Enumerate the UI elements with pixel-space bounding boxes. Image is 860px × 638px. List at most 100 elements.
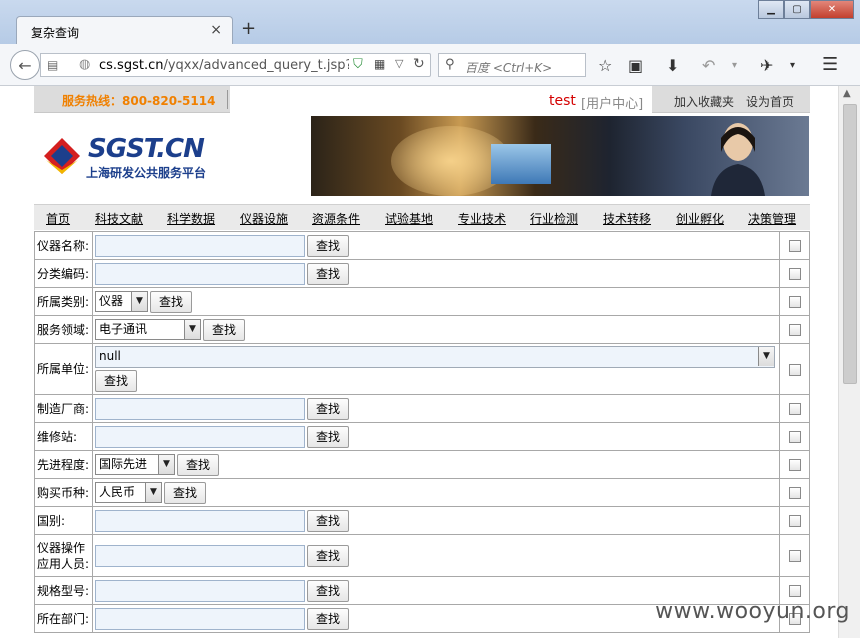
- search-bar[interactable]: ⚲ 百度 <Ctrl+K>: [438, 53, 586, 77]
- menu-icon[interactable]: ☰: [822, 54, 838, 75]
- row-checkbox[interactable]: [788, 324, 801, 336]
- nav-item-instruments[interactable]: 仪器设施: [240, 210, 288, 227]
- nav-item-tech-transfer[interactable]: 技术转移: [603, 210, 651, 227]
- search-button[interactable]: 查找: [307, 397, 350, 420]
- row-checkbox[interactable]: [788, 403, 801, 415]
- field-label: 维修站:: [34, 422, 93, 451]
- add-favorite-link[interactable]: 加入收藏夹: [674, 93, 734, 110]
- main-nav: 首页 科技文献 科学数据 仪器设施 资源条件 试验基地 专业技术 行业检测 技术…: [34, 204, 810, 230]
- row-checkbox[interactable]: [788, 431, 801, 443]
- nav-item-test-base[interactable]: 试验基地: [385, 210, 433, 227]
- vertical-scrollbar[interactable]: ▲: [838, 86, 860, 638]
- currency-select[interactable]: 人民币 ▼: [95, 482, 162, 503]
- affiliation-select[interactable]: null ▼: [95, 346, 775, 368]
- qr-code-icon[interactable]: ▦: [374, 57, 385, 71]
- url-dropdown-icon[interactable]: ▽: [395, 57, 403, 70]
- form-row: 先进程度: 国际先进 ▼ 查找: [34, 450, 810, 479]
- search-button[interactable]: 查找: [307, 509, 350, 532]
- country-input[interactable]: [95, 509, 305, 532]
- photo-screen: [491, 144, 551, 184]
- form-row: 维修站: 查找: [34, 422, 810, 451]
- url-text[interactable]: cs.sgst.cn/yqxx/advanced_query_t.jsp?sso…: [99, 58, 349, 73]
- row-checkbox[interactable]: [788, 268, 801, 280]
- shield-icon[interactable]: ⛉: [353, 57, 363, 72]
- form-row: 购买币种: 人民币 ▼ 查找: [34, 478, 810, 507]
- window-close-icon[interactable]: ✕: [810, 0, 854, 19]
- row-checkbox[interactable]: [788, 550, 801, 562]
- search-button[interactable]: 查找: [177, 453, 220, 476]
- row-checkbox[interactable]: [788, 240, 801, 252]
- tab-close-icon[interactable]: ×: [210, 22, 222, 38]
- scrollbar-thumb[interactable]: [843, 104, 857, 384]
- department-input[interactable]: [95, 607, 305, 630]
- search-button[interactable]: 查找: [307, 544, 350, 567]
- category-code-input[interactable]: [95, 262, 305, 285]
- site-logo[interactable]: SGST.CN 上海研发公共服务平台: [42, 134, 232, 184]
- search-button[interactable]: 查找: [307, 262, 350, 285]
- browser-tab[interactable]: 复杂查询 ×: [16, 16, 233, 45]
- advancement-select[interactable]: 国际先进 ▼: [95, 454, 175, 475]
- new-tab-icon[interactable]: +: [241, 18, 256, 39]
- repair-station-input[interactable]: [95, 425, 305, 448]
- search-button[interactable]: 查找: [95, 370, 138, 392]
- search-button[interactable]: 查找: [307, 234, 350, 257]
- field-label: 服务领域:: [34, 315, 93, 344]
- row-checkbox[interactable]: [788, 459, 801, 471]
- nav-item-expertise[interactable]: 专业技术: [458, 210, 506, 227]
- search-button[interactable]: 查找: [164, 481, 207, 504]
- watermark: www.wooyun.org: [655, 599, 850, 624]
- search-button[interactable]: 查找: [307, 579, 350, 602]
- maximize-icon[interactable]: ▢: [784, 0, 810, 19]
- model-input[interactable]: [95, 579, 305, 602]
- form-row: 国别: 查找: [34, 506, 810, 535]
- row-checkbox[interactable]: [788, 296, 801, 308]
- instrument-name-input[interactable]: [95, 234, 305, 257]
- chevron-down-icon[interactable]: ▼: [131, 292, 147, 311]
- search-button[interactable]: 查找: [150, 290, 193, 313]
- sidebar-icon[interactable]: ▤: [47, 58, 58, 72]
- hotline-text: 服务热线：800-820-5114: [62, 94, 216, 108]
- row-checkbox[interactable]: [788, 515, 801, 527]
- field-cell: 查找: [92, 259, 780, 288]
- category-select[interactable]: 仪器 ▼: [95, 291, 148, 312]
- undo-dropdown-icon[interactable]: ▾: [732, 60, 737, 71]
- chevron-down-icon[interactable]: ▼: [758, 347, 774, 366]
- manufacturer-input[interactable]: [95, 397, 305, 420]
- nav-item-science-data[interactable]: 科学数据: [167, 210, 215, 227]
- user-area: test [用户中心]: [230, 86, 652, 113]
- nav-item-industry-test[interactable]: 行业检测: [530, 210, 578, 227]
- chevron-down-icon[interactable]: ▼: [184, 320, 200, 339]
- set-home-link[interactable]: 设为首页: [746, 93, 794, 110]
- extension-dropdown-icon[interactable]: ▾: [790, 60, 795, 71]
- reading-list-icon[interactable]: ▣: [628, 56, 643, 75]
- row-checkbox[interactable]: [788, 363, 801, 376]
- select-value: 人民币: [99, 485, 136, 499]
- field-label: 仪器操作应用人员:: [34, 534, 93, 577]
- row-checkbox[interactable]: [788, 487, 801, 499]
- url-bar[interactable]: ▤ ◍ cs.sgst.cn/yqxx/advanced_query_t.jsp…: [40, 53, 431, 77]
- minimize-icon[interactable]: ▁: [758, 0, 784, 19]
- nav-item-decision[interactable]: 决策管理: [748, 210, 796, 227]
- service-field-select[interactable]: 电子通讯 ▼: [95, 319, 201, 340]
- chevron-down-icon[interactable]: ▼: [158, 455, 174, 474]
- checkbox-cell: [779, 422, 810, 451]
- reload-icon[interactable]: ↻: [413, 56, 425, 72]
- chevron-down-icon[interactable]: ▼: [145, 483, 161, 502]
- undo-icon[interactable]: ↶: [702, 56, 715, 75]
- user-center-link[interactable]: [用户中心]: [581, 93, 643, 112]
- scroll-up-icon[interactable]: ▲: [843, 88, 851, 99]
- search-button[interactable]: 查找: [307, 425, 350, 448]
- search-button[interactable]: 查找: [307, 607, 350, 630]
- nav-item-home[interactable]: 首页: [46, 210, 70, 227]
- nav-item-incubation[interactable]: 创业孵化: [676, 210, 724, 227]
- extension-icon[interactable]: ✈: [760, 56, 773, 75]
- nav-item-resources[interactable]: 资源条件: [312, 210, 360, 227]
- search-button[interactable]: 查找: [203, 318, 246, 341]
- nav-item-literature[interactable]: 科技文献: [95, 210, 143, 227]
- operator-input[interactable]: [95, 544, 305, 567]
- back-arrow-icon[interactable]: ←: [10, 50, 40, 80]
- row-checkbox[interactable]: [788, 585, 801, 597]
- download-icon[interactable]: ⬇: [666, 56, 679, 75]
- bookmark-star-icon[interactable]: ☆: [598, 56, 612, 75]
- field-label: 制造厂商:: [34, 394, 93, 423]
